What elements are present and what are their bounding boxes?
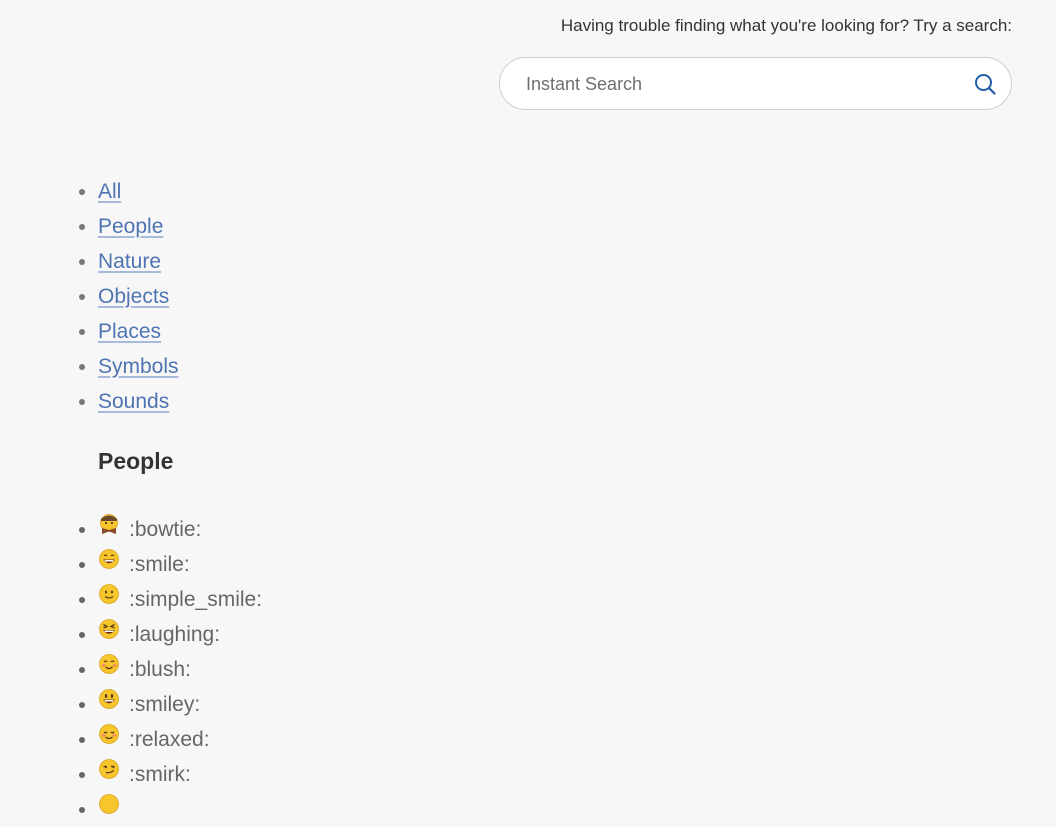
emoji-code: :smirk: <box>129 763 191 786</box>
smirk-icon <box>98 758 120 780</box>
category-link-places[interactable]: Places <box>98 320 161 343</box>
simple-smile-icon <box>98 583 120 605</box>
section-title: People <box>98 448 174 474</box>
bowtie-icon <box>98 513 120 535</box>
category-nav: All People Nature Objects Places Symbols… <box>0 176 179 421</box>
emoji-code: :laughing: <box>129 623 221 646</box>
category-link-people[interactable]: People <box>98 215 163 238</box>
category-link-nature[interactable]: Nature <box>98 250 161 273</box>
emoji-code: :bowtie: <box>129 518 202 541</box>
smiley-icon <box>98 688 120 710</box>
emoji-item: :smile: <box>98 547 262 582</box>
emoji-code: :smiley: <box>129 693 201 716</box>
category-link-sounds[interactable]: Sounds <box>98 390 169 413</box>
category-item-sounds: Sounds <box>98 386 179 421</box>
category-item-nature: Nature <box>98 246 179 281</box>
category-item-places: Places <box>98 316 179 351</box>
emoji-item: :blush: <box>98 652 262 687</box>
search-icon[interactable] <box>973 72 997 96</box>
smile-icon <box>98 548 120 570</box>
emoji-item <box>98 792 262 827</box>
emoji-code: :simple_smile: <box>129 588 263 611</box>
category-item-all: All <box>98 176 179 211</box>
blush-icon <box>98 653 120 675</box>
emoji-item: :smiley: <box>98 687 262 722</box>
emoji-code: :smile: <box>129 553 190 576</box>
emoji-code: :blush: <box>129 658 191 681</box>
search-prompt: Having trouble finding what you're looki… <box>560 16 1012 35</box>
emoji-item: :smirk: <box>98 757 262 792</box>
search-input[interactable] <box>524 58 958 111</box>
category-item-symbols: Symbols <box>98 351 179 386</box>
emoji-item: :bowtie: <box>98 512 262 547</box>
face-icon <box>98 793 120 815</box>
category-link-symbols[interactable]: Symbols <box>98 355 179 378</box>
emoji-code: :relaxed: <box>129 728 210 751</box>
category-link-objects[interactable]: Objects <box>98 285 169 308</box>
emoji-list: :bowtie: :smile: :simple_smile: :laughin… <box>0 512 262 827</box>
emoji-item: :laughing: <box>98 617 262 652</box>
category-link-all[interactable]: All <box>98 180 121 203</box>
category-item-objects: Objects <box>98 281 179 316</box>
emoji-item: :relaxed: <box>98 722 262 757</box>
relaxed-icon <box>98 723 120 745</box>
search-box[interactable] <box>499 57 1012 111</box>
laughing-icon <box>98 618 120 640</box>
category-item-people: People <box>98 211 179 246</box>
emoji-item: :simple_smile: <box>98 582 262 617</box>
